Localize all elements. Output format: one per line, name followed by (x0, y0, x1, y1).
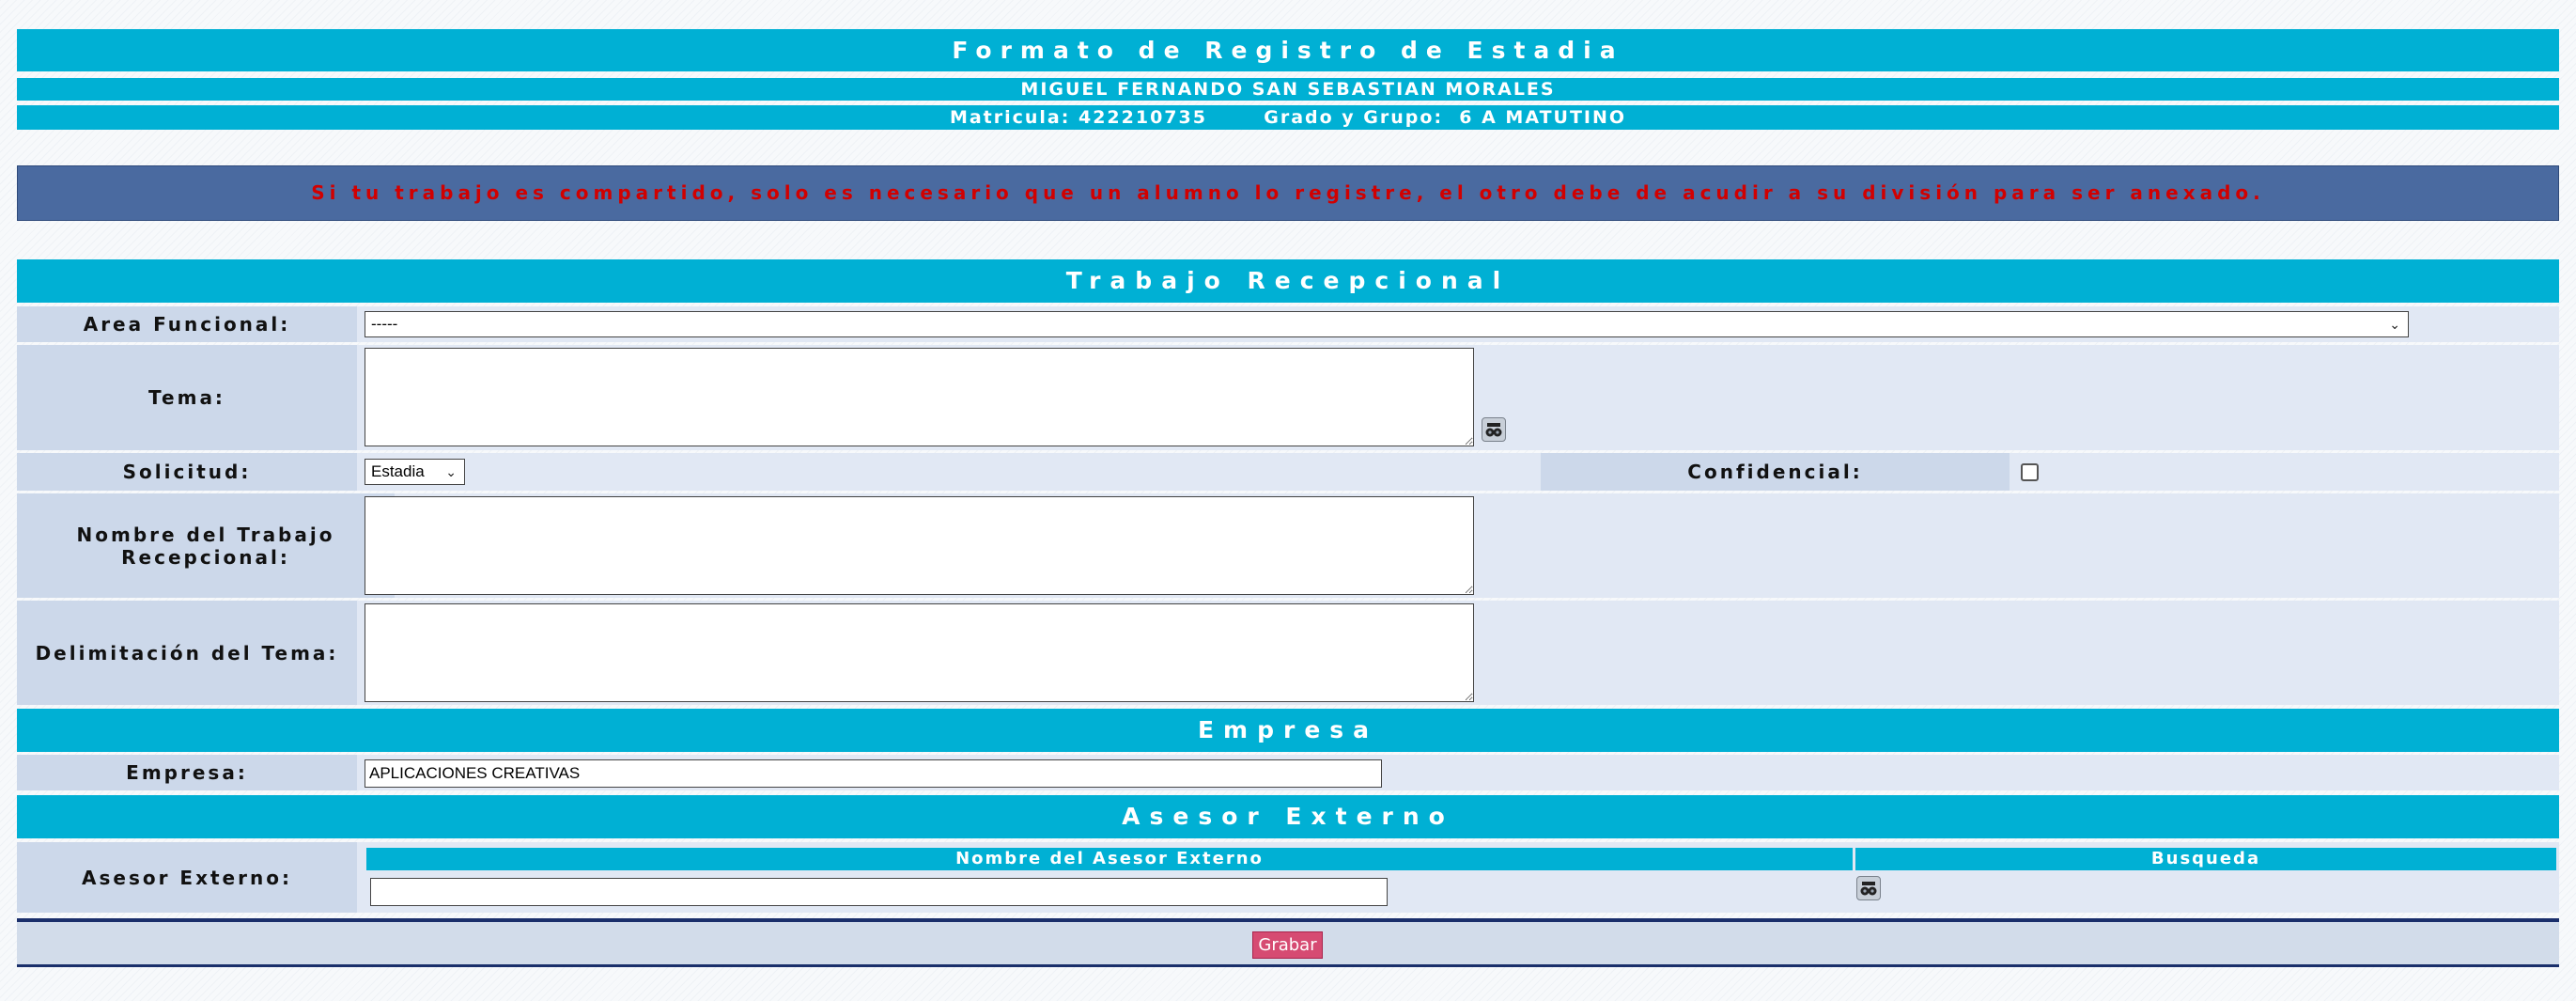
area-funcional-row: Area Funcional: ----- ⌄ (17, 306, 2559, 342)
asesor-nombre-input[interactable] (370, 878, 1388, 906)
section-title-asesor: Asesor Externo (17, 795, 2559, 838)
asesor-row: Asesor Externo: Nombre del Asesor Extern… (17, 842, 2559, 913)
empresa-input[interactable]: APLICACIONES CREATIVAS (365, 759, 1382, 788)
confidencial-checkbox[interactable] (2021, 463, 2039, 481)
page-title: Formato de Registro de Estadia (17, 29, 2559, 71)
tema-row: Tema: (17, 345, 2559, 450)
tema-textarea[interactable] (365, 348, 1474, 446)
matricula-grado-grupo: Matricula: 422210735 Grado y Grupo: 6 A … (17, 105, 2559, 130)
asesor-nombre-column-header: Nombre del Asesor Externo (366, 848, 1853, 870)
solicitud-label: Solicitud: (17, 453, 357, 491)
delimitacion-textarea[interactable] (365, 603, 1474, 702)
delimitacion-label: Delimitación del Tema: (17, 601, 357, 705)
area-funcional-selected: ----- (371, 315, 398, 333)
empresa-label: Empresa: (17, 755, 357, 790)
area-funcional-select[interactable]: ----- ⌄ (365, 311, 2409, 337)
solicitud-selected: Estadia (371, 462, 425, 480)
binoculars-icon[interactable] (1856, 876, 1881, 900)
area-funcional-label: Area Funcional: (17, 306, 357, 342)
confidencial-label: Confidencial: (1541, 453, 2010, 491)
tema-label: Tema: (17, 345, 357, 450)
chevron-down-icon: ⌄ (445, 464, 457, 479)
section-title-empresa: Empresa (17, 709, 2559, 752)
solicitud-select[interactable]: Estadia ⌄ (365, 459, 465, 485)
nombre-trabajo-label: Nombre del Trabajo Recepcional: (17, 493, 395, 598)
nombre-trabajo-row: Nombre del Trabajo Recepcional: (17, 493, 2559, 598)
asesor-busqueda-column-header: Busqueda (1855, 848, 2556, 870)
delimitacion-row: Delimitación del Tema: (17, 601, 2559, 705)
binoculars-icon[interactable] (1482, 417, 1506, 442)
save-button[interactable]: Grabar (1252, 931, 1323, 959)
shared-work-notice: Si tu trabajo es compartido, solo es nec… (17, 165, 2559, 221)
action-bar-bottom-border (17, 964, 2559, 967)
solicitud-row: Solicitud: Estadia ⌄ Confidencial: (17, 453, 2559, 491)
section-title-trabajo: Trabajo Recepcional (17, 259, 2559, 303)
nombre-trabajo-textarea[interactable] (365, 496, 1474, 595)
student-name: MIGUEL FERNANDO SAN SEBASTIAN MORALES (17, 78, 2559, 101)
empresa-row: Empresa: APLICACIONES CREATIVAS (17, 755, 2559, 790)
chevron-down-icon: ⌄ (2389, 317, 2400, 332)
asesor-label: Asesor Externo: (17, 842, 357, 913)
